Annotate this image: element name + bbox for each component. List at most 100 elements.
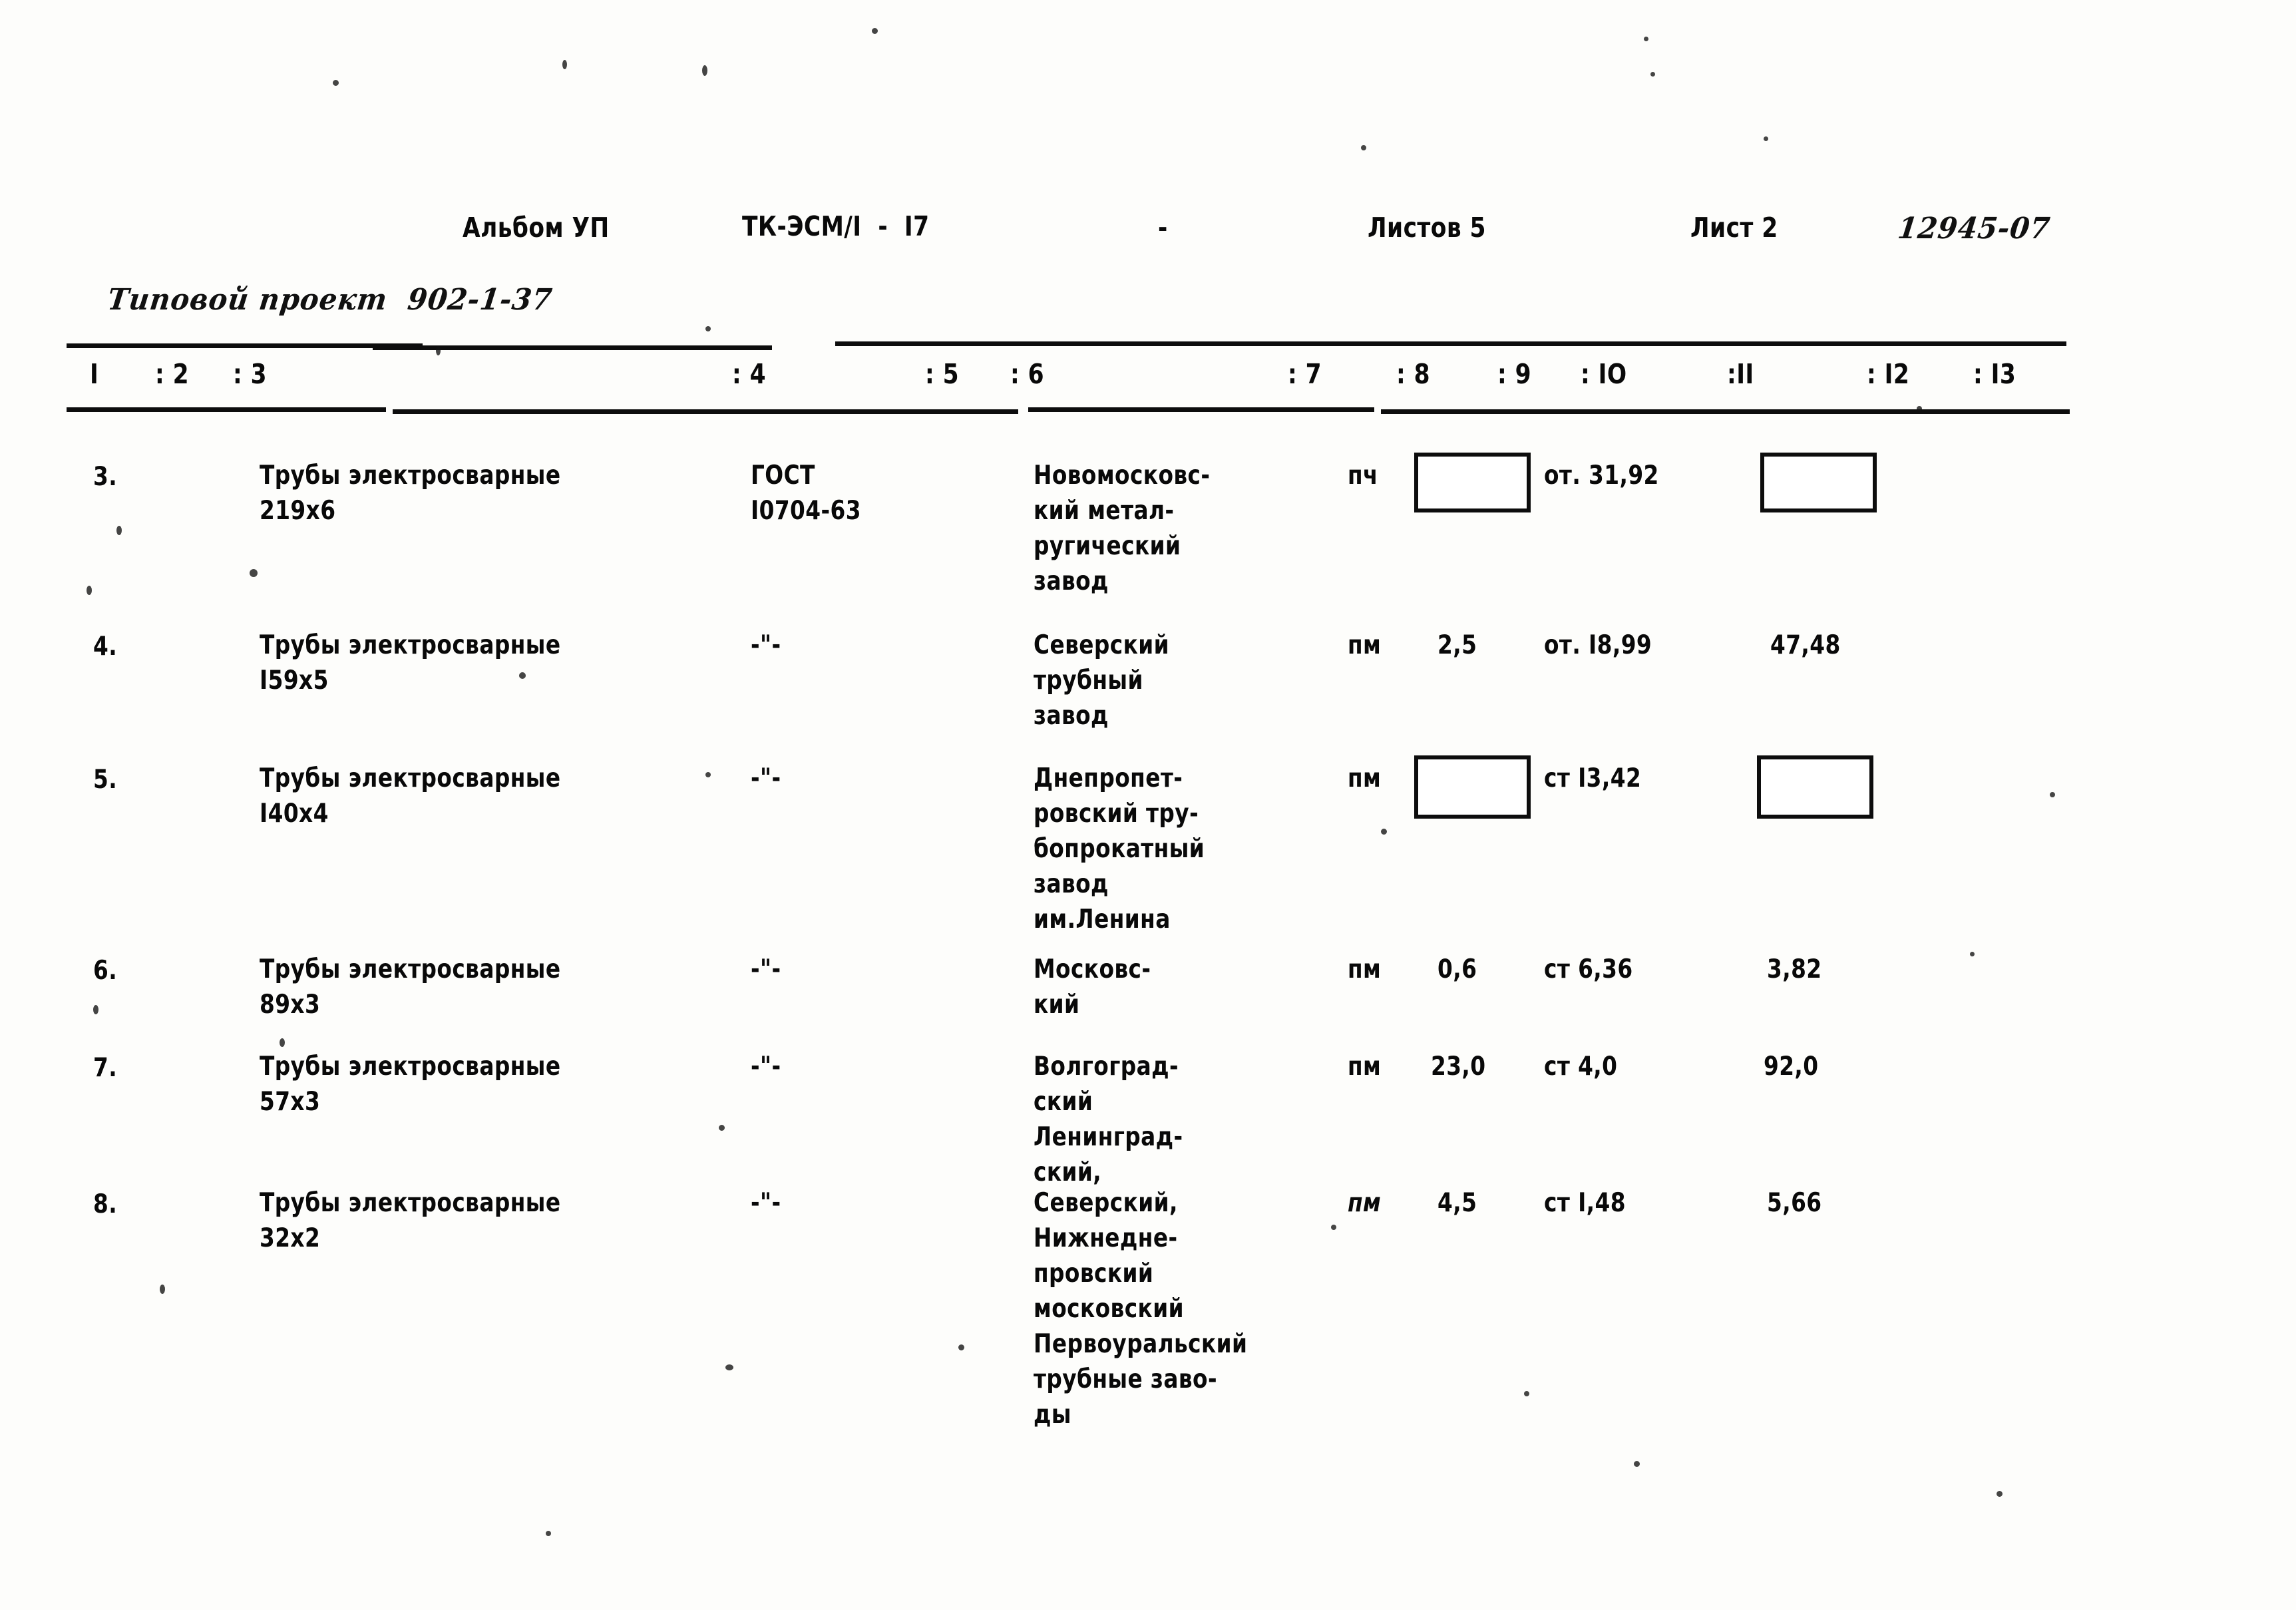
scan-speck: [1970, 952, 1975, 956]
supplier-line: Нижнедне-: [1034, 1223, 1178, 1253]
quantity: 23,0: [1431, 1052, 1486, 1082]
column-number-3: : 3: [233, 358, 267, 390]
rule-bottom-seg2: [393, 409, 1018, 414]
supplier-line: кий метал-: [1034, 496, 1175, 526]
scan-speck: [705, 772, 711, 777]
rule-bottom-seg4: [1381, 409, 2070, 414]
rule-bottom-seg1: [67, 407, 386, 412]
scan-speck: [1381, 829, 1387, 835]
scan-speck: [87, 586, 92, 595]
supplier-line: Днепропет-: [1034, 763, 1183, 793]
supplier-line: завод: [1034, 701, 1109, 731]
scan-speck: [1361, 145, 1366, 150]
standard-ditto: -"-: [751, 1052, 781, 1082]
scan-speck: [250, 569, 258, 577]
item-name: Трубы электросварные: [260, 954, 561, 984]
rule-top-seg3: [835, 341, 2066, 346]
scan-speck: [2050, 792, 2055, 797]
item-name: Трубы электросварные: [260, 461, 561, 491]
scan-speck: [1764, 136, 1768, 141]
supplier-line: Северский,: [1034, 1188, 1178, 1218]
scan-speck: [725, 1364, 733, 1370]
header-dash: -: [1158, 212, 1168, 244]
supplier-line: московский: [1034, 1294, 1184, 1324]
supplier-line: ровский тру-: [1034, 799, 1199, 829]
item-size: I59х5: [260, 666, 329, 696]
column-number-13: : I3: [1973, 358, 2016, 390]
scan-speck: [1644, 37, 1648, 41]
standard-line-2: I0704-63: [751, 496, 861, 526]
scan-speck: [1650, 72, 1655, 77]
standard-ditto: -"-: [751, 763, 781, 793]
scan-speck: [546, 1531, 551, 1536]
sheets-total: Листов 5: [1368, 212, 1486, 244]
unit-of-measure: пм: [1348, 763, 1382, 793]
scan-speck: [333, 80, 339, 86]
item-size: 57х3: [260, 1087, 321, 1117]
scan-speck: [719, 1125, 725, 1131]
blank-quantity-box: [1414, 755, 1531, 819]
material-grade-and-value: от. 31,92: [1544, 461, 1659, 491]
supplier-line: им.Ленина: [1034, 905, 1171, 934]
material-grade-and-value: ст 6,36: [1544, 954, 1633, 984]
column-number-12: : I2: [1867, 358, 1910, 390]
sheet-current: Лист 2: [1690, 212, 1778, 244]
scan-speck: [280, 1038, 285, 1047]
column-number-7: : 7: [1288, 358, 1322, 390]
mass: 92,0: [1764, 1052, 1819, 1082]
scan-speck: [562, 60, 567, 69]
supplier-line: Волгоград-: [1034, 1052, 1179, 1082]
scan-speck: [1331, 1225, 1336, 1230]
column-number-11: :II: [1727, 358, 1754, 390]
scan-speck: [1997, 1491, 2003, 1497]
row-number: 7.: [93, 1053, 118, 1083]
scan-speck: [116, 526, 122, 535]
standard-line-1: ГОСТ: [751, 461, 815, 491]
rule-bottom-seg3: [1028, 407, 1374, 412]
supplier-line: Первоуральский: [1034, 1329, 1248, 1359]
item-name: Трубы электросварные: [260, 1188, 561, 1218]
scan-speck: [93, 1005, 98, 1014]
supplier-line: Новомосковс-: [1034, 461, 1211, 491]
standard-ditto: -"-: [751, 630, 781, 660]
column-number-9: : 9: [1497, 358, 1531, 390]
row-number: 8.: [93, 1189, 118, 1219]
row-number: 3.: [93, 462, 118, 492]
column-number-6: : 6: [1010, 358, 1044, 390]
item-size: 219х6: [260, 496, 336, 526]
blank-mass-box: [1757, 755, 1873, 819]
row-number: 5.: [93, 765, 118, 795]
unit-of-measure: пм: [1348, 630, 1382, 660]
mass: 3,82: [1767, 954, 1822, 984]
supplier-line: кий: [1034, 990, 1080, 1020]
scan-speck: [519, 672, 526, 679]
album-label: Альбом УП: [463, 212, 610, 244]
unit-of-measure: пч: [1348, 461, 1378, 491]
rule-top-seg2: [373, 345, 772, 350]
supplier-line: трубный: [1034, 666, 1143, 696]
document-number: 12945-07: [1895, 212, 2052, 246]
supplier-line: Северский: [1034, 630, 1170, 660]
mass: 5,66: [1767, 1188, 1822, 1218]
scanned-page: Альбом УП ТК-ЭСМ/I - I7 - Листов 5 Лист …: [0, 0, 2296, 1610]
scan-speck: [872, 28, 878, 34]
supplier-line: Московс-: [1034, 954, 1151, 984]
supplier-line: трубные заво-: [1034, 1364, 1217, 1394]
column-number-1: I: [90, 358, 99, 390]
row-number: 6.: [93, 956, 118, 986]
supplier-line: завод: [1034, 566, 1109, 596]
scan-speck: [705, 326, 711, 331]
scan-speck: [160, 1285, 165, 1294]
scan-speck: [1524, 1391, 1529, 1396]
quantity: 0,6: [1437, 954, 1477, 984]
unit-of-measure: пм: [1348, 1188, 1382, 1218]
scan-speck: [958, 1344, 964, 1350]
supplier-line: ругический: [1034, 531, 1181, 561]
supplier-line: провский: [1034, 1259, 1154, 1289]
material-grade-and-value: ст I,48: [1544, 1188, 1626, 1218]
item-size: 32х2: [260, 1223, 321, 1253]
supplier-line: завод: [1034, 869, 1109, 899]
supplier-line: ды: [1034, 1400, 1071, 1430]
material-grade-and-value: ст I3,42: [1544, 763, 1642, 793]
material-grade-and-value: ст 4,0: [1544, 1052, 1618, 1082]
